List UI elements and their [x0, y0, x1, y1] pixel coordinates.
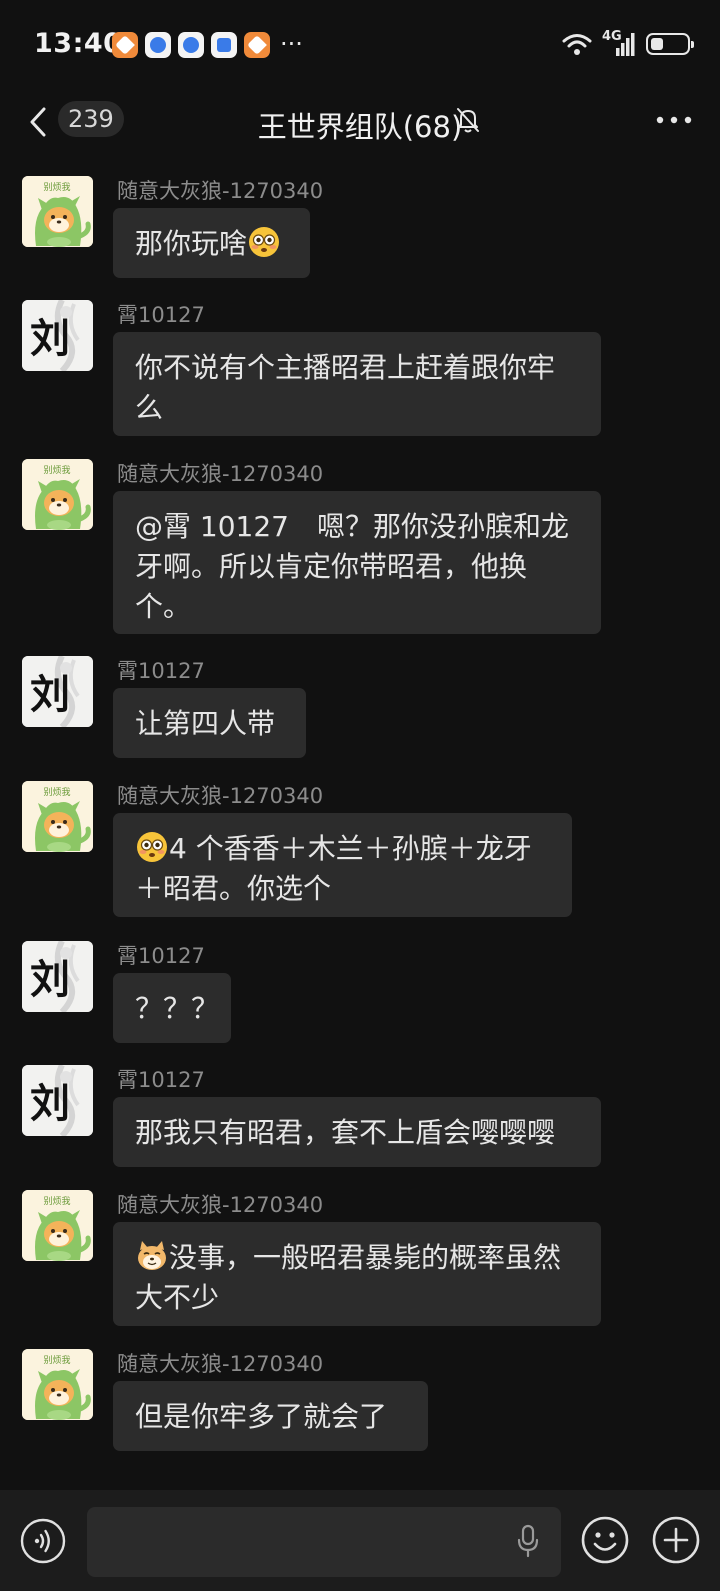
more-horizontal-icon[interactable] — [654, 108, 694, 132]
message-text-line: 么 — [135, 391, 164, 424]
orange-app-icon — [112, 32, 138, 58]
status-bar: 13:40 ··· 4G — [0, 0, 720, 90]
sender-name: 霄10127 — [117, 1068, 205, 1092]
message-text-line: 个。 — [135, 590, 192, 623]
message-bubble[interactable]: 那我只有昭君，套不上盾会嘤嘤嘤 — [113, 1097, 601, 1167]
message-bubble[interactable]: 没事，一般昭君暴毙的概率虽然 大不少 — [113, 1222, 601, 1326]
voice-icon[interactable] — [20, 1518, 66, 1564]
sender-name: 霄10127 — [117, 944, 205, 968]
message-text-line: 你不说有个主播昭君上赶着跟你牢 — [135, 351, 556, 384]
avatar[interactable]: 刘 — [22, 300, 93, 371]
flushed-face-emoji-icon — [249, 227, 280, 257]
avatar[interactable]: 别烦我 — [22, 1349, 93, 1420]
sender-name: 霄10127 — [117, 659, 205, 683]
avatar-text: 刘 — [30, 315, 70, 362]
avatar-text: 别烦我 — [43, 1354, 70, 1366]
doge-face-emoji-icon — [138, 1241, 166, 1270]
blue-browser-icon-2 — [178, 32, 204, 58]
avatar[interactable]: 刘 — [22, 941, 93, 1012]
bell-off-icon — [457, 108, 479, 133]
battery-level — [651, 38, 663, 50]
message-bubble[interactable]: @霄 10127 嗯？那你没孙膑和龙 牙啊。所以肯定你带昭君，他换 个。 — [113, 491, 601, 634]
chat-header: 239 王世界组队(68) — [0, 90, 720, 152]
avatar[interactable]: 别烦我 — [22, 1190, 93, 1261]
sender-name: 随意大灰狼-1270340 — [117, 784, 324, 808]
message-text: 4 个香香＋木兰＋孙膑＋龙牙 — [169, 832, 532, 865]
flushed-face-emoji-icon — [137, 832, 167, 862]
message-input[interactable] — [87, 1507, 561, 1577]
message-text-line: 4 个香香＋木兰＋孙膑＋龙牙 — [135, 829, 550, 869]
message-bubble[interactable]: 让第四人带 — [113, 688, 306, 758]
avatar[interactable]: 别烦我 — [22, 781, 93, 852]
sender-name: 霄10127 — [117, 303, 205, 327]
smiley-icon[interactable] — [580, 1515, 630, 1565]
avatar-text: 别烦我 — [43, 181, 70, 193]
message-text: 让第四人带 — [135, 707, 276, 740]
cellular-signal-icon: 4G — [602, 29, 636, 56]
sender-name: 随意大灰狼-1270340 — [117, 1352, 324, 1376]
message-text: 但是你牢多了就会了 — [135, 1400, 388, 1433]
avatar-text: 刘 — [30, 956, 70, 1003]
message-text-line: @霄 10127 嗯？那你没孙膑和龙 — [135, 510, 569, 543]
avatar[interactable]: 别烦我 — [22, 176, 93, 247]
message-text: 没事，一般昭君暴毙的概率虽然 — [169, 1241, 562, 1274]
status-time: 13:40 — [34, 28, 123, 59]
avatar[interactable]: 别烦我 — [22, 459, 93, 530]
message-text: ？？？ — [135, 992, 220, 1025]
message-text-line: 没事，一般昭君暴毙的概率虽然 — [135, 1238, 579, 1278]
avatar-text: 别烦我 — [43, 786, 70, 798]
battery-icon — [646, 33, 694, 55]
message-bubble[interactable]: 但是你牢多了就会了 — [113, 1381, 428, 1451]
message-bubble[interactable]: 那你玩啥 — [113, 208, 310, 278]
microphone-icon[interactable] — [514, 1523, 542, 1559]
notification-icons — [112, 32, 270, 58]
sender-name: 随意大灰狼-1270340 — [117, 179, 324, 203]
message-text-line: ＋昭君。你选个 — [135, 872, 332, 905]
chat-title[interactable]: 王世界组队(68) — [258, 110, 463, 144]
sender-name: 随意大灰狼-1270340 — [117, 1193, 324, 1217]
message-bubble[interactable]: ？？？ — [113, 973, 231, 1043]
message-text-line: 大不少 — [135, 1281, 220, 1314]
avatar-text: 别烦我 — [43, 1195, 70, 1207]
message-text: 那我只有昭君，套不上盾会嘤嘤嘤 — [135, 1116, 556, 1149]
avatar[interactable]: 刘 — [22, 1065, 93, 1136]
wifi-icon — [562, 34, 592, 55]
input-bar — [0, 1490, 720, 1591]
avatar-text: 刘 — [30, 671, 70, 718]
message-text: 那你玩啥 — [135, 227, 248, 260]
system-icons: 4G — [562, 29, 694, 56]
blue-app-icon — [211, 32, 237, 58]
chat-title-wrap: 王世界组队(68) — [0, 104, 720, 146]
message-bubble[interactable]: 4 个香香＋木兰＋孙膑＋龙牙 ＋昭君。你选个 — [113, 813, 572, 917]
plus-circle-icon[interactable] — [651, 1515, 701, 1565]
blue-browser-icon — [145, 32, 171, 58]
more-notifications-indicator: ··· — [280, 30, 303, 58]
avatar[interactable]: 刘 — [22, 656, 93, 727]
message-text-line: 牙啊。所以肯定你带昭君，他换 — [135, 550, 528, 583]
sender-name: 随意大灰狼-1270340 — [117, 462, 324, 486]
avatar-text: 刘 — [30, 1080, 70, 1127]
message-bubble[interactable]: 你不说有个主播昭君上赶着跟你牢 么 — [113, 332, 601, 436]
orange-app-icon-2 — [244, 32, 270, 58]
avatar-text: 别烦我 — [43, 464, 70, 476]
